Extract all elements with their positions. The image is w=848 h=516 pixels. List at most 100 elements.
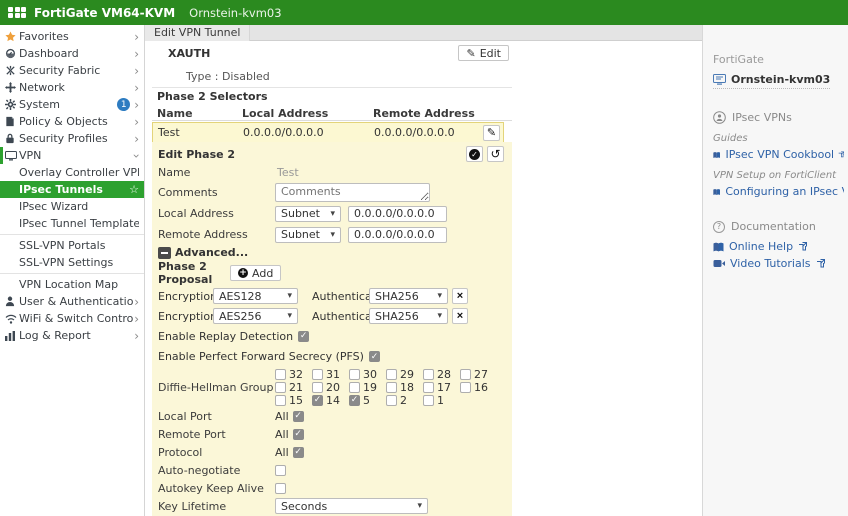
pfs-row: Enable Perfect Forward Secrecy (PFS) <box>152 346 504 367</box>
comments-input[interactable] <box>275 183 430 202</box>
remove-proposal-button[interactable]: × <box>452 288 468 304</box>
link-online-help[interactable]: Online Help <box>713 240 844 253</box>
dh-29-checkbox[interactable] <box>386 369 397 380</box>
tab-bar: Edit VPN Tunnel <box>145 25 702 41</box>
remote-address-input[interactable] <box>348 227 447 243</box>
auto-negotiate-checkbox[interactable] <box>275 465 286 476</box>
dh-16-checkbox[interactable] <box>460 382 471 393</box>
sidebar-item-user-authentication[interactable]: User & Authentication› <box>0 293 144 310</box>
device-name[interactable]: Ornstein-kvm03 <box>713 73 830 89</box>
remote-address-type-select[interactable]: Subnet▾ <box>275 227 341 243</box>
add-proposal-button[interactable]: +Add <box>230 265 281 281</box>
question-circle-icon: ? <box>713 221 725 233</box>
sidebar-item-ipsec-tunnel-template[interactable]: IPsec Tunnel Template <box>0 215 144 232</box>
remote-port-all-checkbox[interactable] <box>293 429 304 440</box>
dh-17-checkbox[interactable] <box>423 382 434 393</box>
edit-phase2-panel: Edit Phase 2 ✓ ↺ Name Test Comments Loca… <box>152 142 512 516</box>
sidebar-item-security-fabric[interactable]: Security Fabric› <box>0 62 144 79</box>
device-type-label: FortiGate <box>713 53 844 66</box>
remove-proposal-button[interactable]: × <box>452 308 468 324</box>
link-configuring-ipsec[interactable]: Configuring an IPsec VPN Conne <box>713 185 844 198</box>
tab-edit-vpn-tunnel[interactable]: Edit VPN Tunnel <box>145 25 250 41</box>
revert-button[interactable]: ↺ <box>487 146 504 162</box>
dh-5-checkbox[interactable] <box>349 395 360 406</box>
dh-30-checkbox[interactable] <box>349 369 360 380</box>
auto-negotiate-row: Auto-negotiate <box>152 461 504 479</box>
accept-button[interactable]: ✓ <box>466 146 483 162</box>
bar-chart-icon <box>5 331 19 341</box>
sidebar-item-vpn-location-map[interactable]: VPN Location Map <box>0 276 144 293</box>
sidebar-item-system[interactable]: System 1 › <box>0 96 144 113</box>
left-nav: Favorites› Dashboard› Security Fabric› N… <box>0 25 145 516</box>
gear-icon <box>5 99 19 110</box>
pencil-icon: ✎ <box>487 126 496 139</box>
key-lifetime-select[interactable]: Seconds▾ <box>275 498 428 514</box>
autokey-keep-alive-checkbox[interactable] <box>275 483 286 494</box>
dh-28-checkbox[interactable] <box>423 369 434 380</box>
dh-21-checkbox[interactable] <box>275 382 286 393</box>
sidebar-item-favorites[interactable]: Favorites› <box>0 28 144 45</box>
xauth-type: Type : Disabled <box>186 70 512 83</box>
authentication-select[interactable]: SHA256▾ <box>369 288 448 304</box>
sidebar-item-ssl-vpn-portals[interactable]: SSL-VPN Portals <box>0 237 144 254</box>
dh-14-checkbox[interactable] <box>312 395 323 406</box>
protocol-all-checkbox[interactable] <box>293 447 304 458</box>
sidebar-item-policy-objects[interactable]: Policy & Objects› <box>0 113 144 130</box>
book-icon <box>713 187 720 197</box>
authentication-select[interactable]: SHA256▾ <box>369 308 448 324</box>
dh-20-checkbox[interactable] <box>312 382 323 393</box>
local-address-type-select[interactable]: Subnet▾ <box>275 206 341 222</box>
table-row[interactable]: Test 0.0.0.0/0.0.0.0 0.0.0.0/0.0.0.0 ✎ <box>152 122 504 143</box>
section-ipsec-vpns: IPsec VPNs <box>713 111 844 124</box>
collapse-icon <box>158 247 171 259</box>
help-sidebar: FortiGate Ornstein-kvm03 IPsec VPNs Guid… <box>702 25 848 516</box>
sidebar-item-log-report[interactable]: Log & Report› <box>0 327 144 344</box>
divider <box>0 234 144 235</box>
dh-1-checkbox[interactable] <box>423 395 434 406</box>
local-port-all-checkbox[interactable] <box>293 411 304 422</box>
main-panel: Edit VPN Tunnel XAUTH ✎Edit Type : Disab… <box>145 25 702 516</box>
book-icon <box>713 150 720 160</box>
sidebar-item-wifi-switch-controller[interactable]: WiFi & Switch Controller› <box>0 310 144 327</box>
dh-27-checkbox[interactable] <box>460 369 471 380</box>
replay-detection-checkbox[interactable] <box>298 331 309 342</box>
row-edit-button[interactable]: ✎ <box>483 125 500 141</box>
network-icon <box>5 82 19 93</box>
sidebar-item-dashboard[interactable]: Dashboard› <box>0 45 144 62</box>
fabric-icon <box>5 65 19 76</box>
sidebar-item-security-profiles[interactable]: Security Profiles› <box>0 130 144 147</box>
sidebar-item-network[interactable]: Network› <box>0 79 144 96</box>
local-address-input[interactable] <box>348 206 447 222</box>
chevron-right-icon: › <box>134 49 139 59</box>
link-cookbook-recipes[interactable]: IPsec VPN Cookbook Recipes <box>713 148 844 161</box>
sidebar-item-ipsec-wizard[interactable]: IPsec Wizard <box>0 198 144 215</box>
fortinet-logo-icon <box>8 7 26 19</box>
dh-18-checkbox[interactable] <box>386 382 397 393</box>
xauth-edit-button[interactable]: ✎Edit <box>458 45 509 61</box>
chevron-right-icon: › <box>134 134 139 144</box>
link-video-tutorials[interactable]: Video Tutorials <box>713 257 844 270</box>
top-bar: FortiGate VM64-KVM Ornstein-kvm03 <box>0 0 848 25</box>
chevron-down-icon: › <box>132 153 142 158</box>
sidebar-item-vpn[interactable]: VPN› <box>0 147 144 164</box>
product-title: FortiGate VM64-KVM <box>34 6 175 20</box>
dropdown-caret-icon: ▾ <box>437 311 442 321</box>
edit-phase2-title: Edit Phase 2 <box>158 148 235 161</box>
dh-32-checkbox[interactable] <box>275 369 286 380</box>
encryption-select[interactable]: AES256▾ <box>213 308 298 324</box>
sidebar-item-ipsec-tunnels[interactable]: IPsec Tunnels☆ <box>0 181 144 198</box>
sidebar-item-ssl-vpn-settings[interactable]: SSL-VPN Settings <box>0 254 144 271</box>
encryption-select[interactable]: AES128▾ <box>213 288 298 304</box>
favorite-star-icon[interactable]: ☆ <box>129 183 139 196</box>
pfs-checkbox[interactable] <box>369 351 380 362</box>
edit-vpn-tunnel-content: XAUTH ✎Edit Type : Disabled Phase 2 Sele… <box>145 41 702 516</box>
phase2-selectors-section: Phase 2 Selectors Name Local Address Rem… <box>152 90 512 143</box>
sidebar-item-overlay-controller-vpn[interactable]: Overlay Controller VPN <box>0 164 144 181</box>
advanced-toggle[interactable]: Advanced... <box>152 245 504 260</box>
dh-31-checkbox[interactable] <box>312 369 323 380</box>
dropdown-caret-icon: ▾ <box>330 230 335 240</box>
dh-15-checkbox[interactable] <box>275 395 286 406</box>
dh-19-checkbox[interactable] <box>349 382 360 393</box>
row-local-address: 0.0.0.0/0.0.0.0 <box>243 126 374 139</box>
dh-2-checkbox[interactable] <box>386 395 397 406</box>
